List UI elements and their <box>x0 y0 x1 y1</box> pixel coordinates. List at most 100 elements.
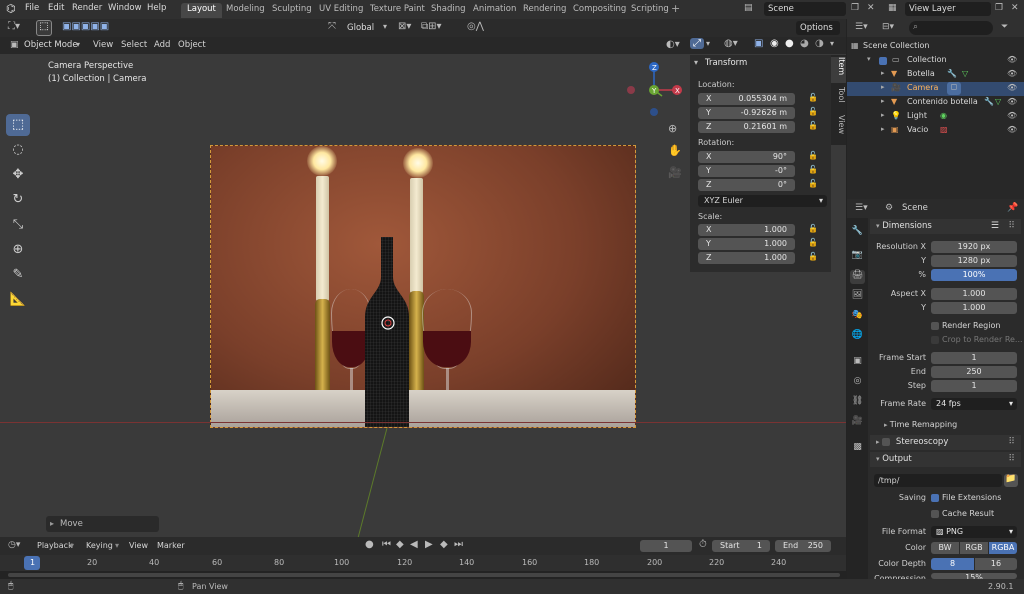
menu-file[interactable]: File <box>25 3 39 13</box>
lock-icon[interactable]: 🔓 <box>808 93 818 102</box>
outliner-item-contenido-botella[interactable]: ▸ ▼ Contenido botella 🔧 ▽ 👁 <box>847 96 1024 110</box>
output-panel-header[interactable]: ▾ Output ⠿ <box>870 452 1021 467</box>
color-depth-8-button[interactable]: 8 <box>931 558 974 570</box>
tab-rendering[interactable]: Rendering <box>517 3 572 18</box>
visibility-icon[interactable]: ◐▾ <box>666 39 680 50</box>
expand-arrow-icon[interactable]: ▸ <box>881 97 885 105</box>
prev-keyframe-icon[interactable]: ◆ <box>396 539 404 550</box>
editor-type-icon[interactable]: ☰▾ <box>855 203 868 213</box>
options-dropdown[interactable]: Options <box>796 21 840 35</box>
eye-icon[interactable]: 👁 <box>1007 97 1017 106</box>
aspect-x-field[interactable]: 1.000 <box>931 288 1017 300</box>
chevron-down-icon[interactable]: ▾ <box>706 39 710 48</box>
annotate-tool-icon[interactable]: ✎ <box>6 264 30 286</box>
render-properties-icon[interactable]: 📷 <box>850 250 865 264</box>
rotation-y-field[interactable]: Y -0° <box>698 165 795 177</box>
scene-icon[interactable]: ▤ <box>744 3 753 13</box>
constraint-properties-icon[interactable]: ⛓ <box>850 396 865 410</box>
tab-scripting[interactable]: Scripting <box>625 3 675 18</box>
delete-scene-icon[interactable]: ✕ <box>867 3 875 13</box>
view-layer-icon[interactable]: ▦ <box>888 3 897 13</box>
expand-arrow-icon[interactable]: ▾ <box>694 58 698 67</box>
expand-arrow-icon[interactable]: ▾ <box>867 55 871 63</box>
location-y-field[interactable]: Y -0.92626 m <box>698 107 795 119</box>
lock-icon[interactable]: 🔓 <box>808 224 818 233</box>
folder-icon[interactable]: 📁 <box>1004 474 1018 487</box>
tab-compositing[interactable]: Compositing <box>567 3 632 18</box>
timeline-scrollbar[interactable] <box>0 571 846 579</box>
view-layer-field[interactable]: View Layer <box>905 2 991 16</box>
color-depth-16-button[interactable]: 16 <box>975 558 1017 570</box>
mode-dropdown[interactable]: Object Mode <box>24 40 78 50</box>
eye-icon[interactable]: 👁 <box>1007 55 1017 64</box>
color-rgba-button[interactable]: RGBA <box>989 542 1017 554</box>
expand-arrow-icon[interactable]: ▸ <box>881 111 885 119</box>
start-frame-field[interactable]: Start 1 <box>712 540 770 552</box>
lock-icon[interactable]: 🔓 <box>808 179 818 188</box>
stereoscopy-checkbox[interactable] <box>882 437 891 446</box>
jump-start-icon[interactable]: ⏮ <box>382 539 391 550</box>
editor-type-icon[interactable]: ☰▾ <box>855 22 868 32</box>
rotate-tool-icon[interactable]: ↻ <box>6 189 30 211</box>
stereoscopy-panel-header[interactable]: ▸ Stereoscopy ⠿ <box>870 435 1021 450</box>
tab-uv-editing[interactable]: UV Editing <box>313 3 369 18</box>
outliner-item-vacio[interactable]: ▸ ▣ Vacio ▨ 👁 <box>847 124 1024 138</box>
tab-texture-paint[interactable]: Texture Paint <box>364 3 431 18</box>
file-extensions-checkbox[interactable]: File Extensions <box>931 493 1001 502</box>
shading-rendered-icon[interactable]: ◑ <box>815 38 824 49</box>
scale-y-field[interactable]: Y 1.000 <box>698 238 795 250</box>
bottle-wireframe[interactable] <box>364 237 410 428</box>
select-box-tool-icon[interactable]: ⬚ <box>36 20 52 36</box>
location-x-field[interactable]: X 0.055304 m <box>698 93 795 105</box>
play-icon[interactable]: ▶ <box>425 539 433 550</box>
shading-solid-icon[interactable]: ● <box>785 38 794 49</box>
xray-icon[interactable]: ▣ <box>754 38 763 49</box>
menu-view[interactable]: View <box>129 541 148 550</box>
lock-icon[interactable]: 🔓 <box>808 252 818 261</box>
new-view-layer-icon[interactable]: ❐ <box>995 3 1003 13</box>
tab-layout[interactable]: Layout <box>181 3 222 18</box>
menu-object[interactable]: Object <box>178 40 206 50</box>
tab-sculpting[interactable]: Sculpting <box>266 3 318 18</box>
time-remapping-subpanel[interactable]: ▸ Time Remapping <box>884 420 957 429</box>
scale-x-field[interactable]: X 1.000 <box>698 224 795 236</box>
presets-icon[interactable]: ☰ <box>991 219 999 234</box>
move-tool-icon[interactable]: ✥ <box>6 164 30 186</box>
output-path-input[interactable]: /tmp/ <box>874 474 1002 487</box>
eye-icon[interactable]: 👁 <box>1007 83 1017 92</box>
transform-tool-icon[interactable]: ⊕ <box>6 239 30 261</box>
select-tool-icon[interactable]: ⬚ <box>6 114 30 136</box>
menu-view[interactable]: View <box>93 40 113 50</box>
selection-mode-icons[interactable]: ▣▣▣▣▣ <box>62 21 109 32</box>
proportional-editing-icon[interactable]: ◎⋀ <box>467 21 484 32</box>
frame-end-field[interactable]: 250 <box>931 366 1017 378</box>
blender-logo-icon[interactable]: ⌬ <box>6 2 16 15</box>
expand-arrow-icon[interactable]: ▸ <box>881 125 885 133</box>
texture-properties-icon[interactable]: ▩ <box>850 442 865 456</box>
stopwatch-icon[interactable]: ⏱ <box>699 539 707 550</box>
outliner-item-light[interactable]: ▸ 💡 Light ◉ 👁 <box>847 110 1024 124</box>
outliner-item-camera[interactable]: ▸ 🎥 Camera ◻ 👁 <box>847 82 1024 96</box>
outliner-scene-collection[interactable]: ▦ Scene Collection <box>847 40 1024 54</box>
rotation-z-field[interactable]: Z 0° <box>698 179 795 191</box>
transform-panel-title[interactable]: Transform <box>705 58 747 68</box>
scrollbar-thumb[interactable] <box>8 573 840 577</box>
physics-properties-icon[interactable]: ◎ <box>850 376 865 390</box>
play-reverse-icon[interactable]: ◀ <box>410 539 418 550</box>
output-properties-icon[interactable]: 🖨 <box>850 270 865 284</box>
editor-type-icon[interactable]: ⛶▾ <box>8 21 20 32</box>
eye-icon[interactable]: 👁 <box>1007 69 1017 78</box>
overlays-icon[interactable]: ◍▾ <box>724 38 738 49</box>
zoom-icon[interactable]: ⊕ <box>668 122 677 135</box>
tab-animation[interactable]: Animation <box>467 3 522 18</box>
menu-help[interactable]: Help <box>147 3 166 13</box>
next-keyframe-icon[interactable]: ◆ <box>440 539 448 550</box>
menu-keying[interactable]: Keying <box>86 541 113 550</box>
scene-properties-icon[interactable]: 🎭 <box>850 310 865 324</box>
pan-hand-icon[interactable]: ✋ <box>668 144 682 157</box>
editor-type-icon[interactable]: ◷▾ <box>8 540 20 550</box>
pivot-point-icon[interactable]: ⊠▾ <box>398 21 411 32</box>
jump-end-icon[interactable]: ⏭ <box>454 539 463 550</box>
tab-tool[interactable]: Tool <box>831 87 846 111</box>
chevron-down-icon[interactable]: ▾ <box>830 39 834 48</box>
